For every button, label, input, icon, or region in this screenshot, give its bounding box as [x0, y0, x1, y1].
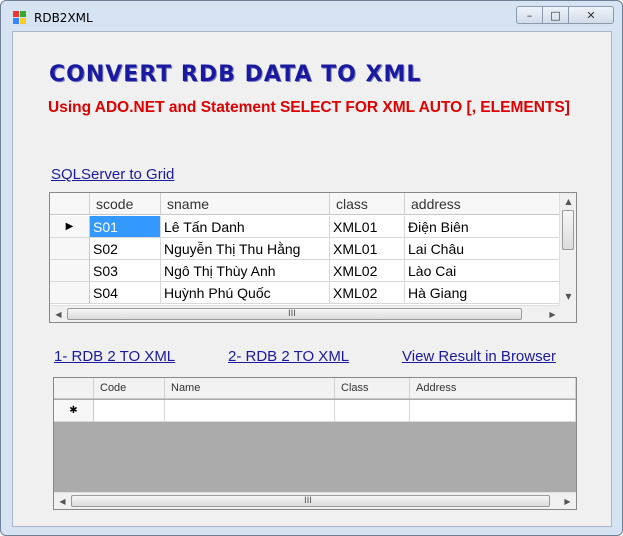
vertical-scrollbar[interactable]: ▲ ▼	[559, 193, 576, 305]
students-grid[interactable]: scode sname class address ▶ S01 Lê Tấn D…	[49, 192, 577, 323]
vertical-scroll-thumb[interactable]	[562, 210, 574, 250]
row-header-corner	[50, 193, 90, 214]
scroll-grip-icon: III	[304, 496, 312, 506]
cell-address[interactable]: Lai Châu	[405, 238, 561, 260]
cell-address[interactable]	[410, 400, 576, 422]
column-header-scode[interactable]: scode	[90, 193, 161, 214]
cell-address[interactable]: Hà Giang	[405, 282, 561, 304]
horizontal-scrollbar[interactable]: ◀ III ▶	[54, 492, 576, 509]
scroll-left-icon[interactable]: ◀	[50, 306, 67, 322]
scroll-right-icon[interactable]: ▶	[559, 493, 576, 509]
table-row[interactable]: S03 Ngô Thị Thùy Anh XML02 Lào Cai	[50, 260, 561, 282]
minimize-button[interactable]: –	[516, 6, 543, 24]
cell-scode[interactable]: S02	[90, 238, 161, 260]
column-header-address[interactable]: Address	[410, 378, 576, 398]
column-header-code[interactable]: Code	[94, 378, 165, 398]
cell-address[interactable]: Điện Biên	[405, 216, 561, 238]
column-header-address[interactable]: address	[405, 193, 561, 214]
horizontal-scrollbar[interactable]: ◀ III ▶	[50, 305, 561, 322]
new-row[interactable]: ✱	[54, 400, 576, 422]
scroll-left-icon[interactable]: ◀	[54, 493, 71, 509]
scroll-down-icon[interactable]: ▼	[560, 288, 576, 305]
cell-sname[interactable]: Ngô Thị Thùy Anh	[161, 260, 330, 282]
cell-class[interactable]: XML01	[330, 238, 405, 260]
cell-code[interactable]	[94, 400, 165, 422]
cell-class[interactable]: XML02	[330, 282, 405, 304]
cell-address[interactable]: Lào Cai	[405, 260, 561, 282]
scrollbar-corner	[559, 305, 576, 322]
table-row[interactable]: S04 Huỳnh Phú Quốc XML02 Hà Giang	[50, 282, 561, 304]
view-result-in-browser-link[interactable]: View Result in Browser	[402, 348, 556, 365]
cell-class[interactable]: XML02	[330, 260, 405, 282]
column-header-class[interactable]: Class	[335, 378, 410, 398]
column-header-sname[interactable]: sname	[161, 193, 330, 214]
maximize-button[interactable]: □	[543, 6, 569, 24]
sqlserver-to-grid-link[interactable]: SQLServer to Grid	[51, 166, 174, 183]
column-header-name[interactable]: Name	[165, 378, 335, 398]
cell-scode[interactable]: S04	[90, 282, 161, 304]
app-window: RDB2XML – □ ✕ CONVERT RDB DATA TO XML Us…	[0, 0, 623, 536]
horizontal-scroll-thumb[interactable]: III	[67, 308, 522, 320]
grid-header: Code Name Class Address	[54, 378, 576, 399]
new-row-indicator[interactable]: ✱	[54, 400, 94, 422]
page-subtitle: Using ADO.NET and Statement SELECT FOR X…	[48, 99, 570, 116]
scroll-up-icon[interactable]: ▲	[560, 193, 576, 210]
cell-scode[interactable]: S01	[90, 216, 161, 238]
cell-class[interactable]: XML01	[330, 216, 405, 238]
cell-sname[interactable]: Nguyễn Thị Thu Hằng	[161, 238, 330, 260]
rdb2xml-2-link[interactable]: 2- RDB 2 TO XML	[228, 348, 349, 365]
cell-sname[interactable]: Lê Tấn Danh	[161, 216, 330, 238]
app-icon	[13, 11, 27, 25]
row-header[interactable]	[50, 260, 90, 282]
scroll-grip-icon: III	[288, 309, 296, 319]
cell-sname[interactable]: Huỳnh Phú Quốc	[161, 282, 330, 304]
current-row-indicator[interactable]: ▶	[50, 216, 90, 238]
table-row[interactable]: S02 Nguyễn Thị Thu Hằng XML01 Lai Châu	[50, 238, 561, 260]
horizontal-scroll-thumb[interactable]: III	[71, 495, 550, 507]
form-client-area: CONVERT RDB DATA TO XML Using ADO.NET an…	[12, 31, 612, 527]
grid-header: scode sname class address	[50, 193, 561, 215]
row-header[interactable]	[50, 238, 90, 260]
row-header[interactable]	[50, 282, 90, 304]
row-header-corner	[54, 378, 94, 398]
close-button[interactable]: ✕	[569, 6, 614, 24]
table-row[interactable]: ▶ S01 Lê Tấn Danh XML01 Điện Biên	[50, 216, 561, 238]
rdb2xml-1-link[interactable]: 1- RDB 2 TO XML	[54, 348, 175, 365]
xml-result-grid[interactable]: Code Name Class Address ✱ ◀ III ▶	[53, 377, 577, 510]
title-bar[interactable]: RDB2XML – □ ✕	[1, 1, 622, 31]
window-controls: – □ ✕	[516, 6, 614, 24]
cell-scode[interactable]: S03	[90, 260, 161, 282]
window-title: RDB2XML	[34, 11, 93, 25]
page-title: CONVERT RDB DATA TO XML	[49, 62, 422, 87]
cell-class[interactable]	[335, 400, 410, 422]
column-header-class[interactable]: class	[330, 193, 405, 214]
cell-name[interactable]	[165, 400, 335, 422]
